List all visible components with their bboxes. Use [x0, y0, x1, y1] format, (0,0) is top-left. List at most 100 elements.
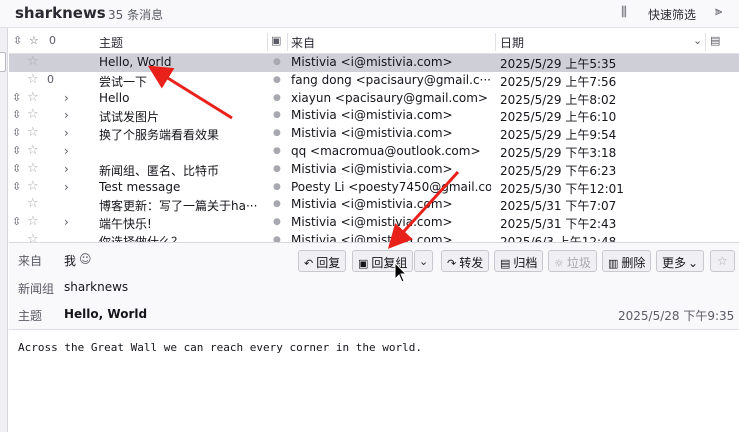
- table-row[interactable]: ⇳ ☆ › 端午快乐! ● Mistivia <i@mistivia.com> …: [9, 214, 739, 232]
- star-icon[interactable]: ☆: [27, 125, 39, 140]
- quick-filter-button[interactable]: 快速筛选: [648, 6, 696, 23]
- table-row[interactable]: ⇳ ☆ › Test message ● Poesty Li <poesty74…: [9, 179, 739, 197]
- chevron-down-icon: ⌄: [688, 256, 699, 270]
- column-picker-icon[interactable]: ▤: [710, 34, 720, 47]
- message-count: 35 条消息: [108, 8, 164, 22]
- folder-header-bar: sharknews 35 条消息 ⫼ 快速筛选 ⫸: [0, 0, 739, 28]
- column-menu-icon[interactable]: ⫸: [715, 4, 722, 19]
- reply-button[interactable]: ↶ 回复: [298, 250, 347, 272]
- junk-icon: ☼: [554, 257, 564, 270]
- star-icon[interactable]: ☆: [27, 232, 39, 242]
- message-from: Mistivia <i@mistivia.com>: [291, 233, 453, 242]
- star-icon[interactable]: ☆: [27, 90, 39, 105]
- read-status-icon[interactable]: ●: [273, 93, 281, 103]
- column-divider[interactable]: [495, 33, 496, 51]
- from-value[interactable]: 我: [64, 252, 76, 269]
- message-from: fang dong <pacisaury@gmail.c···: [291, 72, 491, 87]
- message-header-pane: 来自 我 ☺ ↶ 回复 ▣ 回复组 ⌄ ↷ 转发 ▤ 归档 ☼ 垃圾 ▥ 删除 更多 ⌄ ☆ …: [9, 242, 739, 330]
- thread-icon: ⇳: [12, 161, 22, 175]
- message-date: 2025/5/31 下午7:07: [500, 199, 617, 214]
- junk-button[interactable]: ☼ 垃圾: [548, 250, 597, 272]
- read-status-icon[interactable]: ●: [273, 110, 281, 120]
- star-icon[interactable]: ☆: [27, 196, 39, 211]
- thread-twisty[interactable]: ›: [64, 144, 69, 158]
- thread-icon: ⇳: [12, 215, 22, 229]
- read-status-icon[interactable]: ●: [273, 57, 281, 67]
- message-subject: 你选择做什么？: [99, 235, 184, 242]
- trash-icon: ▥: [608, 257, 619, 270]
- more-button[interactable]: 更多 ⌄: [656, 250, 705, 272]
- table-row[interactable]: ☆ 0 尝试一下 ● fang dong <pacisaury@gmail.c·…: [9, 72, 739, 90]
- message-from: Mistivia <i@mistivia.com>: [291, 197, 453, 212]
- reply-group-button[interactable]: ▣ 回复组: [352, 250, 414, 272]
- table-row[interactable]: ☆ 你选择做什么？ ● Mistivia <i@mistivia.com> 20…: [9, 232, 739, 242]
- table-row[interactable]: ⇳ ☆ › 换了个服务端看看效果 ● Mistivia <i@mistivia.…: [9, 125, 739, 143]
- read-status-icon[interactable]: ●: [273, 75, 281, 85]
- thread-column-icon[interactable]: ⇳: [13, 34, 22, 47]
- read-status-icon[interactable]: ●: [273, 182, 281, 192]
- message-from: Mistivia <i@mistivia.com>: [291, 108, 453, 123]
- subject-label: 主题: [18, 309, 43, 323]
- message-subject: 端午快乐!: [99, 217, 152, 232]
- thread-twisty[interactable]: ›: [64, 162, 69, 176]
- read-status-icon[interactable]: ●: [273, 128, 281, 138]
- message-body: Across the Great Wall we can reach every…: [18, 341, 422, 354]
- star-icon[interactable]: ☆: [27, 72, 39, 87]
- star-icon[interactable]: ☆: [27, 107, 39, 122]
- message-date: 2025/5/29 上午6:10: [500, 110, 617, 125]
- table-row[interactable]: ⇳ ☆ › 新闻组、匿名、比特币 ● Mistivia <i@mistivia.…: [9, 161, 739, 179]
- contact-icon[interactable]: ☺: [79, 252, 92, 266]
- message-from: Mistivia <i@mistivia.com>: [291, 215, 453, 230]
- thread-twisty[interactable]: ›: [64, 126, 69, 140]
- table-row[interactable]: ☆ 博客更新：写了一篇关于ha··· ● Mistivia <i@mistivi…: [9, 196, 739, 214]
- folder-pane-toggle[interactable]: [0, 52, 6, 72]
- delete-button[interactable]: ▥ 删除: [602, 250, 652, 272]
- message-subject: Test message: [99, 179, 181, 194]
- column-divider[interactable]: [705, 33, 706, 51]
- message-from: Mistivia <i@mistivia.com>: [291, 161, 453, 176]
- table-row[interactable]: ⇳ ☆ › ● qq <macromua@outlook.com> 2025/5…: [9, 143, 739, 161]
- message-date: 2025/5/29 下午3:18: [500, 146, 617, 160]
- status-column-icon[interactable]: ▣: [271, 34, 281, 47]
- reply-icon: ↶: [304, 257, 314, 270]
- column-divider[interactable]: [267, 33, 268, 51]
- thread-twisty[interactable]: ›: [64, 91, 69, 105]
- star-column-icon[interactable]: ☆: [29, 34, 39, 47]
- table-row[interactable]: ⇳ ☆ › Hello ● xiayun <pacisaury@gmail.co…: [9, 90, 739, 108]
- chevron-down-icon: ⌄: [419, 255, 429, 268]
- reply-group-dropdown[interactable]: ⌄: [414, 250, 434, 272]
- thread-twisty[interactable]: ›: [64, 215, 69, 229]
- star-icon[interactable]: ☆: [27, 161, 39, 176]
- star-message-button[interactable]: ☆: [710, 250, 735, 272]
- column-from[interactable]: 来自: [291, 34, 315, 51]
- star-icon[interactable]: ☆: [27, 143, 39, 158]
- message-from: Poesty Li <poesty7450@gmail.co···: [291, 179, 491, 194]
- star-icon[interactable]: ☆: [27, 214, 39, 229]
- table-row[interactable]: ⇳ ☆ › 试试发图片 ● Mistivia <i@mistivia.com> …: [9, 107, 739, 125]
- table-row[interactable]: ☆ Hello, World ● Mistivia <i@mistivia.co…: [9, 54, 739, 72]
- read-status-icon[interactable]: ●: [273, 199, 281, 209]
- column-date[interactable]: 日期: [500, 34, 524, 51]
- quick-filter-icon[interactable]: ⫼: [621, 5, 627, 20]
- column-divider[interactable]: [287, 33, 288, 51]
- message-list-header: ⇳ ☆ 0 主题 ▣ 来自 日期 ⌄ ▤: [9, 30, 739, 54]
- message-subject: 尝试一下: [99, 74, 148, 89]
- newsgroup-value[interactable]: sharknews: [64, 280, 128, 294]
- read-status-icon[interactable]: ●: [273, 217, 281, 227]
- archive-button[interactable]: ▤ 归档: [494, 250, 544, 272]
- thread-twisty[interactable]: ›: [64, 108, 69, 122]
- read-status-icon[interactable]: ●: [273, 164, 281, 174]
- chevron-down-icon[interactable]: ⌄: [693, 34, 702, 47]
- read-status-icon[interactable]: ●: [273, 146, 281, 156]
- read-status-icon[interactable]: ●: [273, 235, 281, 242]
- forward-button[interactable]: ↷ 转发: [441, 250, 490, 272]
- message-date: 2025/5/30 下午12:01: [500, 181, 624, 196]
- star-icon[interactable]: ☆: [27, 54, 39, 69]
- thread-icon: ⇳: [12, 108, 22, 122]
- thread-icon: ⇳: [12, 144, 22, 157]
- attachment-column-icon[interactable]: 0: [49, 34, 56, 47]
- message-from: xiayun <pacisaury@gmail.com>: [291, 90, 488, 105]
- star-icon[interactable]: ☆: [27, 179, 39, 194]
- column-subject[interactable]: 主题: [99, 34, 123, 51]
- thread-twisty[interactable]: ›: [64, 180, 69, 194]
